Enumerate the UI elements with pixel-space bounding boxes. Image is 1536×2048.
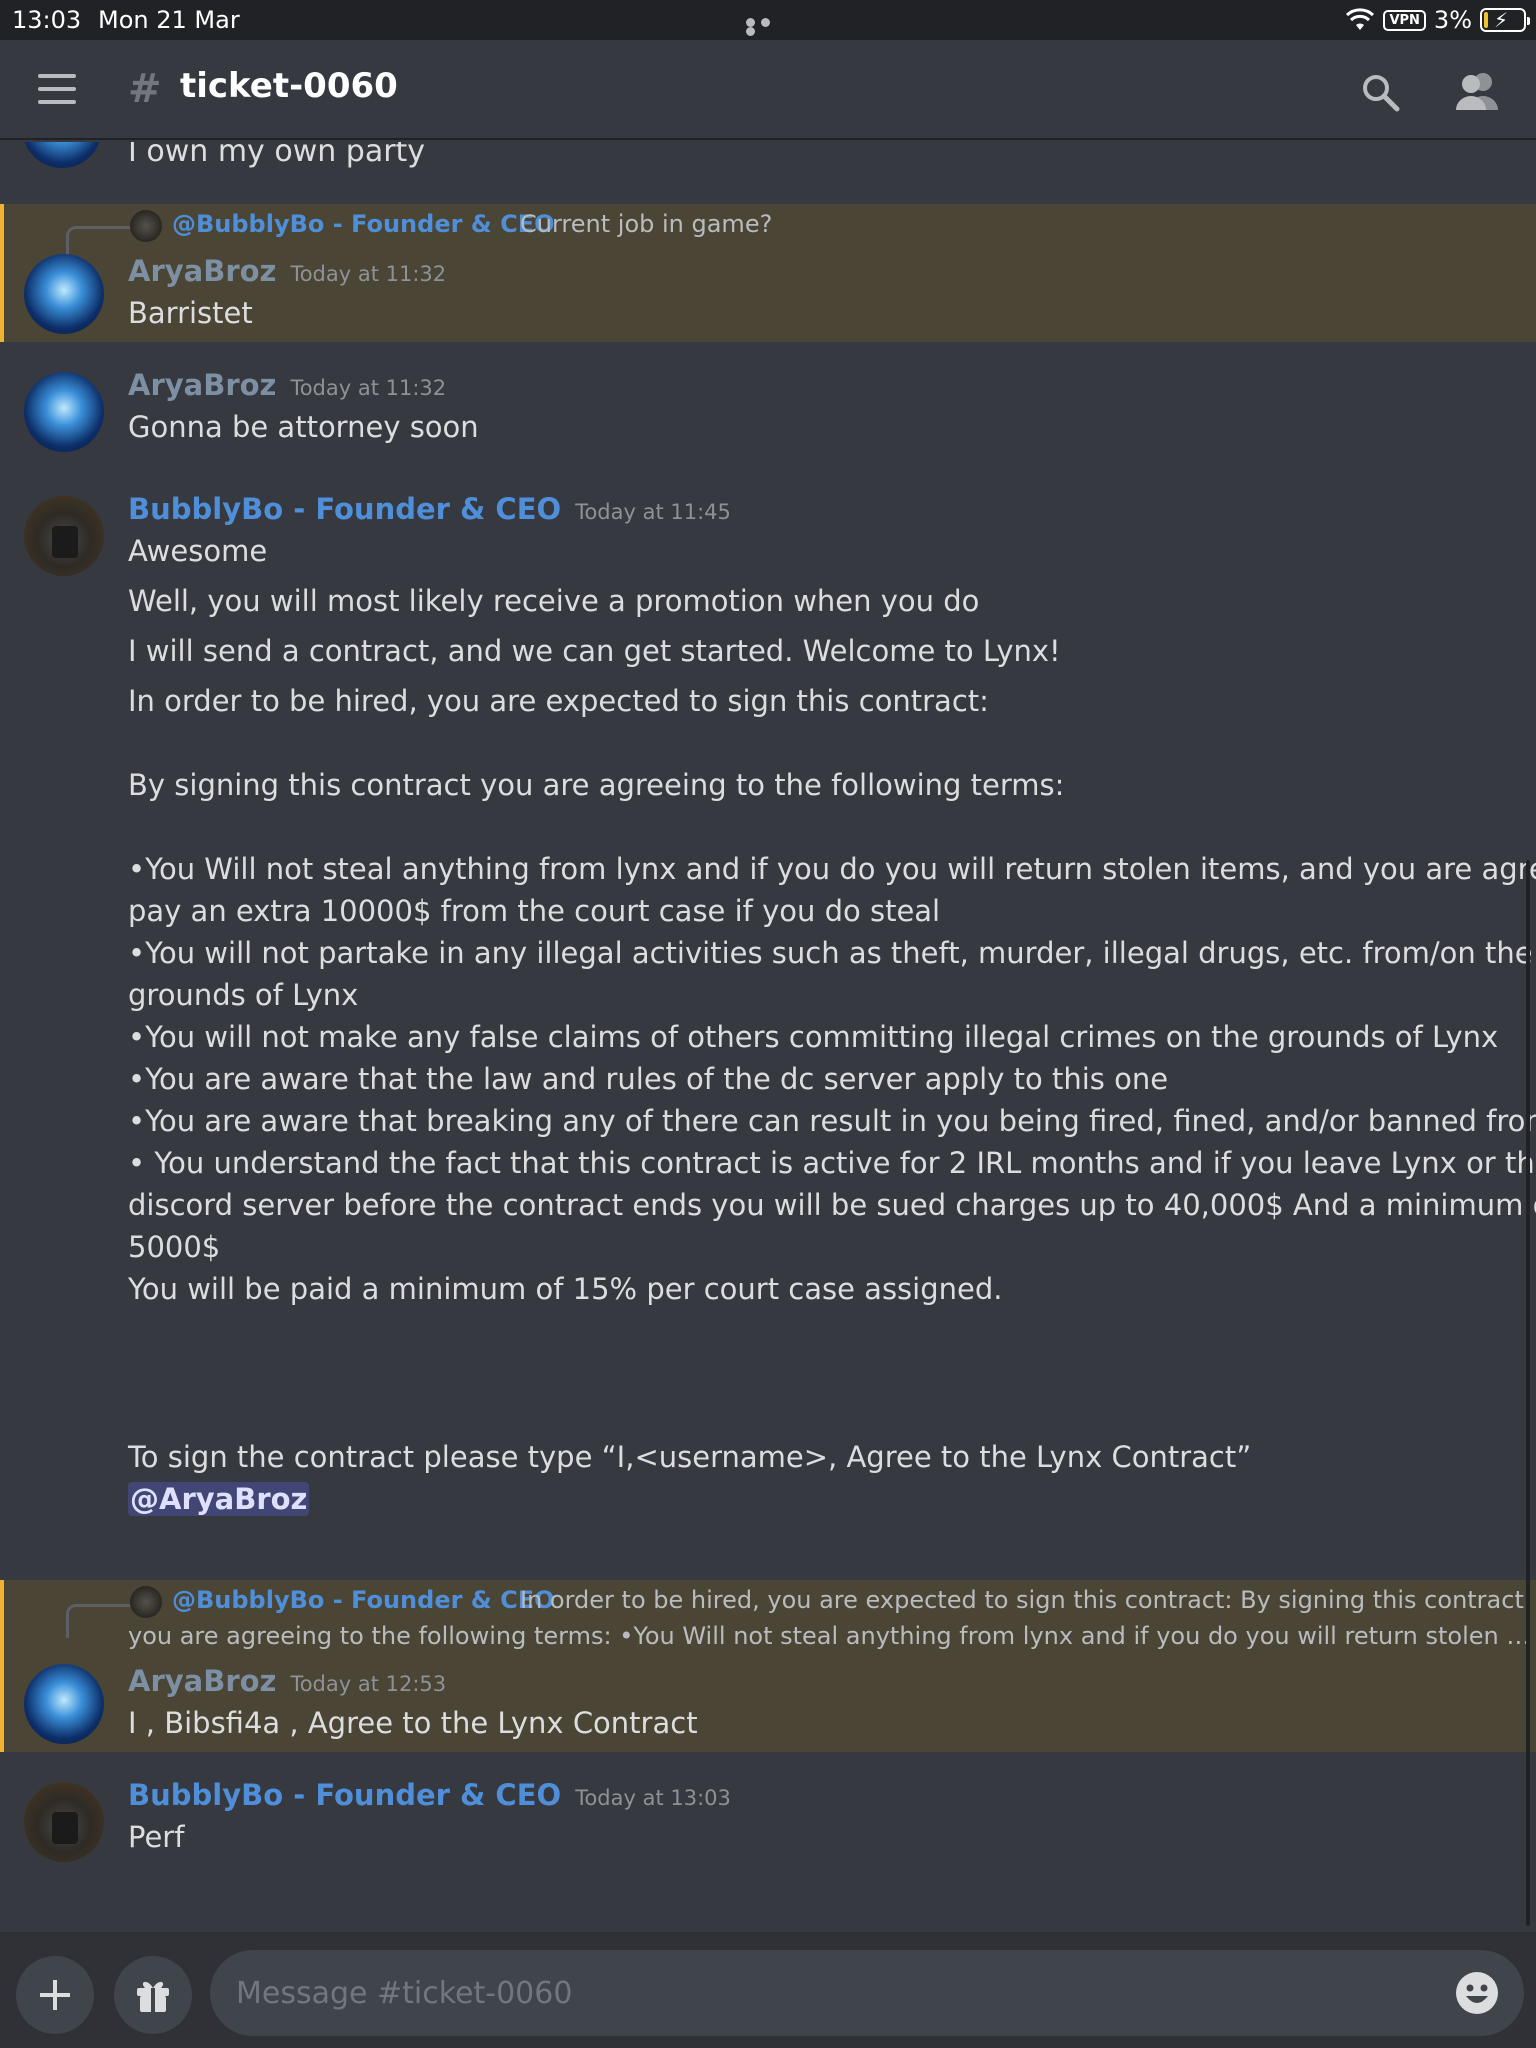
message-line: You will be paid a minimum of 15% per co… <box>128 1272 1003 1306</box>
message-author[interactable]: AryaBroz <box>128 254 276 288</box>
battery-percent: 3% <box>1433 6 1472 34</box>
message-author[interactable]: AryaBroz <box>128 368 276 402</box>
avatar[interactable] <box>24 254 104 334</box>
reply-preview[interactable]: you are agreeing to the following terms:… <box>128 1622 1530 1650</box>
message-line: •You are aware that breaking any of ther… <box>128 1104 1536 1138</box>
avatar[interactable] <box>24 496 104 576</box>
message-line: In order to be hired, you are expected t… <box>128 684 989 718</box>
message-timestamp: Today at 11:45 <box>575 500 731 524</box>
wifi-icon <box>1346 8 1375 30</box>
message-line: discord server before the contract ends … <box>128 1188 1536 1222</box>
reply-preview[interactable]: In order to be hired, you are expected t… <box>520 1586 1524 1614</box>
message-line: By signing this contract you are agreein… <box>128 768 1065 802</box>
status-indicators: VPN 3% ⚡ <box>1345 6 1530 34</box>
reply-author[interactable]: @BubblyBo - Founder & CEO <box>172 210 555 238</box>
message-list[interactable]: I own my own party @BubblyBo - Founder &… <box>0 142 1536 1932</box>
emoji-icon[interactable] <box>1454 1970 1500 2016</box>
message-line: Well, you will most likely receive a pro… <box>128 584 980 618</box>
message-line: 5000$ <box>128 1230 221 1264</box>
message-timestamp: Today at 12:53 <box>290 1672 447 1696</box>
message: AryaBroz Today at 11:32 Gonna be attorney… <box>0 368 1536 478</box>
battery-icon: ⚡ <box>1480 8 1530 32</box>
message-timestamp: Today at 11:32 <box>290 262 447 286</box>
avatar[interactable] <box>24 1782 104 1862</box>
attach-button[interactable] <box>16 1956 94 2034</box>
plus-icon <box>40 1980 70 2010</box>
channel-title: ticket-0060 <box>180 66 398 106</box>
message-line: •You Will not steal anything from lynx a… <box>128 852 1536 886</box>
message: BubblyBo - Founder & CEO Today at 13:03 P… <box>0 1778 1536 1888</box>
message-line: • You understand the fact that this cont… <box>128 1146 1536 1180</box>
message-text: Perf <box>128 1820 185 1854</box>
message-reply-highlighted: @BubblyBo - Founder & CEO In order to be… <box>0 1580 1536 1752</box>
thread-hash-icon: # <box>128 66 162 112</box>
message-text: Barristet <box>128 296 253 330</box>
status-time: 13:03 <box>12 6 82 34</box>
message-text: Gonna be attorney soon <box>128 410 479 444</box>
status-date: Mon 21 Mar <box>98 6 240 34</box>
channel-header: # ticket-0060 <box>0 40 1536 140</box>
message-text: I own my own party <box>128 142 426 169</box>
message-author[interactable]: BubblyBo - Founder & CEO <box>128 492 561 526</box>
message-line: •You are aware that the law and rules of… <box>128 1062 1169 1096</box>
message-composer <box>0 1932 1536 2048</box>
message-line: To sign the contract please type “I,<use… <box>128 1440 1252 1474</box>
message-timestamp: Today at 13:03 <box>575 1786 731 1810</box>
message-contract: BubblyBo - Founder & CEO Today at 11:45 A… <box>0 492 1536 1692</box>
reply-preview[interactable]: Current job in game? <box>520 210 772 238</box>
message-input[interactable] <box>210 1950 1524 2036</box>
search-icon[interactable] <box>1360 72 1400 112</box>
message-line: •You will not make any false claims of o… <box>128 1020 1499 1054</box>
message-line: Awesome <box>128 534 268 568</box>
message-text: I , Bibsfi4a , Agree to the Lynx Contrac… <box>128 1706 698 1740</box>
avatar[interactable] <box>24 372 104 452</box>
vpn-badge: VPN <box>1383 9 1426 31</box>
avatar[interactable] <box>22 142 102 168</box>
message-line: grounds of Lynx <box>128 978 359 1012</box>
hamburger-icon[interactable] <box>38 74 76 104</box>
avatar[interactable] <box>24 1664 104 1744</box>
message-line: I will send a contract, and we can get s… <box>128 634 1061 668</box>
multitasking-dots-icon[interactable] <box>746 18 790 36</box>
reply-author[interactable]: @BubblyBo - Founder & CEO <box>172 1586 555 1614</box>
message-partial: I own my own party <box>0 142 1536 204</box>
reply-avatar <box>130 210 162 242</box>
reply-avatar <box>130 1586 162 1618</box>
message-line: •You will not partake in any illegal act… <box>128 936 1533 970</box>
message-author[interactable]: BubblyBo - Founder & CEO <box>128 1778 561 1812</box>
members-icon[interactable] <box>1454 70 1498 112</box>
status-bar: 13:03 Mon 21 Mar VPN 3% ⚡ <box>0 0 1536 40</box>
user-mention[interactable]: @AryaBroz <box>128 1482 310 1516</box>
gift-button[interactable] <box>114 1956 192 2034</box>
message-reply-highlighted: @BubblyBo - Founder & CEO Current job in… <box>0 204 1536 342</box>
message-scrollbar[interactable] <box>1526 860 1530 1926</box>
gift-icon <box>137 1981 169 2012</box>
message-timestamp: Today at 11:32 <box>290 376 447 400</box>
message-line: pay an extra 10000$ from the court case … <box>128 894 941 928</box>
message-author[interactable]: AryaBroz <box>128 1664 276 1698</box>
